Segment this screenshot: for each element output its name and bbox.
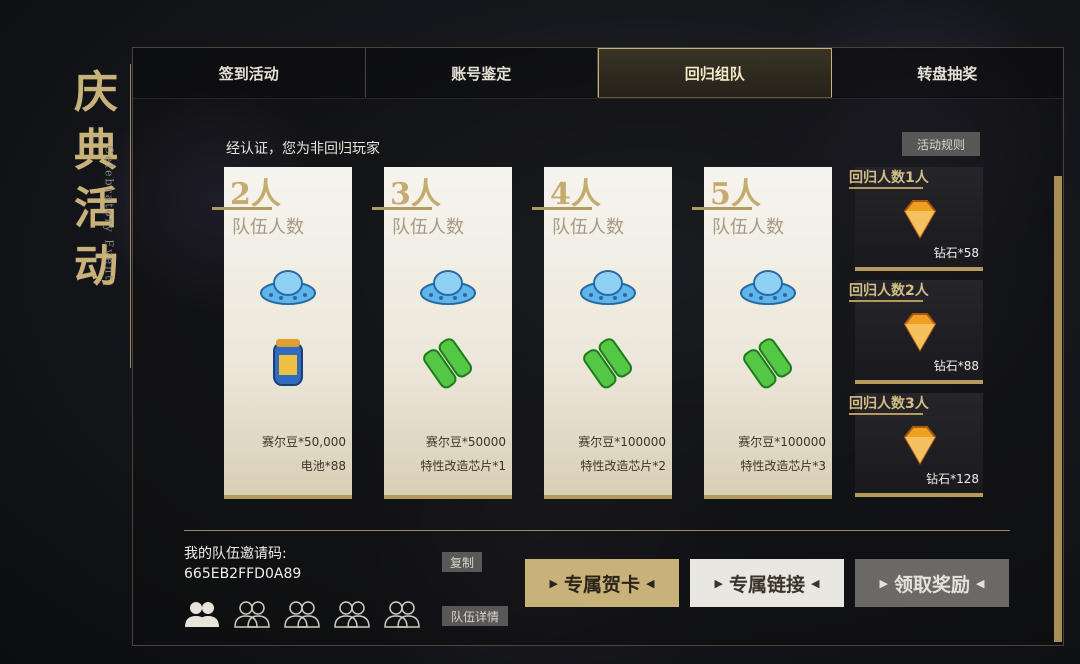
claim-reward-button[interactable]: ▶ 领取奖励 ◀ [855, 559, 1009, 607]
member-filled-icon [185, 602, 219, 627]
divider [184, 530, 1010, 531]
card-num: 4人 [550, 177, 601, 212]
return-reward-3: 回归人数3人 钻石*128 [849, 393, 983, 497]
chip-icon [583, 338, 633, 389]
reward-title: 回归人数1人 [849, 170, 929, 186]
exclusive-link-button[interactable]: ▶ 专属链接 ◀ [690, 559, 844, 607]
reward-line-1: 赛尔豆*50,000 [262, 435, 346, 449]
ufo-icon [420, 270, 476, 305]
arrow-right-icon: ▶ [549, 576, 558, 590]
team-card-4: 4人 队伍人数 赛尔豆*100000 特性改造芯片*2 [532, 167, 672, 499]
arrow-left-icon: ◀ [811, 576, 820, 590]
ufo-icon [580, 270, 636, 305]
tab-bar: 签到活动 账号鉴定 回归组队 转盘抽奖 [132, 47, 1064, 99]
diamond-icon [903, 200, 937, 240]
reward-line-2: 特性改造芯片*1 [420, 459, 506, 473]
event-subtitle: Celebratory Event [102, 145, 116, 282]
card-sub: 队伍人数 [232, 217, 304, 238]
arrow-left-icon: ◀ [976, 576, 985, 590]
team-card-5: 5人 队伍人数 赛尔豆*100000 特性改造芯片*3 [692, 167, 832, 499]
button-label: 领取奖励 [893, 573, 970, 596]
team-members [184, 600, 420, 628]
return-reward-2: 回归人数2人 钻石*88 [849, 280, 983, 384]
arrow-left-icon: ◀ [646, 576, 655, 590]
tab-account-verify[interactable]: 账号鉴定 [366, 48, 598, 98]
card-sub: 队伍人数 [552, 217, 624, 238]
reward-line-2: 特性改造芯片*2 [580, 459, 666, 473]
tab-wheel-lottery[interactable]: 转盘抽奖 [832, 48, 1064, 98]
reward-line-2: 电池*88 [300, 459, 346, 473]
status-text: 经认证，您为非回归玩家 [226, 141, 380, 157]
button-label: 专属链接 [728, 573, 805, 596]
reward-line-1: 赛尔豆*100000 [738, 435, 826, 449]
member-empty-icon [284, 601, 320, 628]
reward-line-2: 特性改造芯片*3 [740, 459, 826, 473]
reward-title-line [849, 300, 923, 302]
reward-title-line [849, 413, 923, 415]
reward-line-1: 赛尔豆*100000 [578, 435, 666, 449]
card-sub: 队伍人数 [712, 217, 784, 238]
battery-icon [273, 339, 303, 386]
arrow-right-icon: ▶ [879, 576, 888, 590]
invite-code-value: 665EB2FFD0A89 [184, 566, 302, 582]
button-label: 专属贺卡 [563, 573, 640, 596]
invite-code-label: 我的队伍邀请码: [184, 546, 287, 562]
team-card-3: 3人 队伍人数 赛尔豆*50000 特性改造芯片*1 [372, 167, 512, 499]
member-empty-icon [334, 601, 370, 628]
ufo-icon [740, 270, 796, 305]
team-card-2: 2人 队伍人数 赛尔豆*50,000 电池*88 [212, 167, 352, 499]
chip-icon [743, 338, 793, 389]
return-reward-1: 回归人数1人 钻石*58 [849, 167, 983, 271]
tab-signin[interactable]: 签到活动 [133, 48, 366, 98]
chip-icon [423, 338, 473, 389]
diamond-icon [903, 313, 937, 353]
card-sub: 队伍人数 [392, 217, 464, 238]
card-num: 5人 [710, 177, 761, 212]
team-details-button[interactable]: 队伍详情 [442, 606, 508, 626]
reward-qty: 钻石*88 [933, 359, 979, 373]
exclusive-card-button[interactable]: ▶ 专属贺卡 ◀ [525, 559, 679, 607]
reward-title: 回归人数2人 [849, 283, 929, 299]
side-title: 庆典活动 Celebratory Event [62, 64, 131, 368]
scrollbar[interactable] [1054, 176, 1062, 642]
arrow-right-icon: ▶ [714, 576, 723, 590]
card-num: 3人 [390, 177, 441, 212]
reward-line-1: 赛尔豆*50000 [425, 435, 506, 449]
member-empty-icon [384, 601, 420, 628]
copy-button[interactable]: 复制 [442, 552, 482, 572]
ufo-icon [260, 270, 316, 305]
diamond-icon [903, 426, 937, 466]
card-num: 2人 [230, 177, 281, 212]
tab-return-team[interactable]: 回归组队 [598, 48, 832, 98]
reward-qty: 钻石*128 [926, 472, 979, 486]
reward-title: 回归人数3人 [849, 396, 929, 412]
rules-button[interactable]: 活动规则 [902, 132, 980, 156]
reward-qty: 钻石*58 [933, 246, 979, 260]
reward-title-line [849, 187, 923, 189]
member-empty-icon [234, 601, 270, 628]
